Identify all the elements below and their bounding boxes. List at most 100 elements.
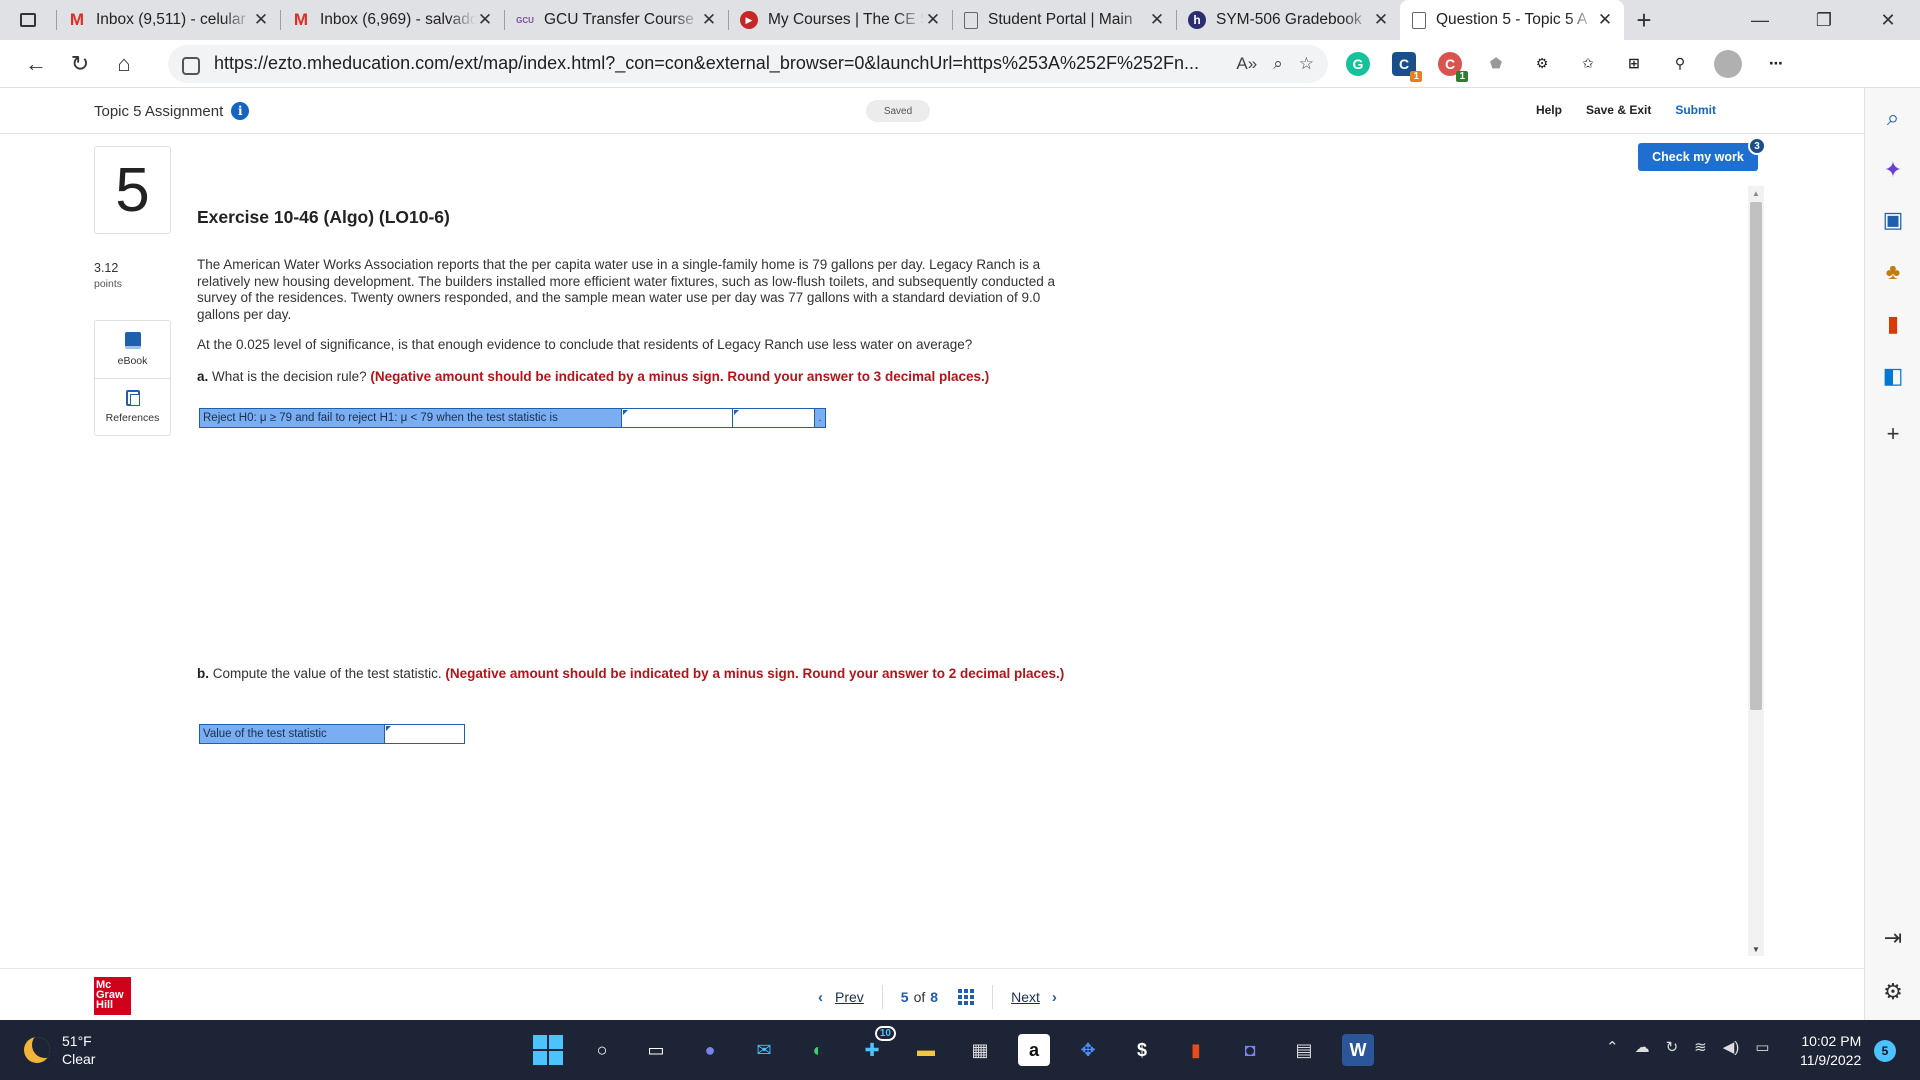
home-icon[interactable]: ⌂ [102,44,146,84]
app-badge: 10 [874,1026,896,1041]
sidebar-toggle-icon[interactable]: ⇥ [1879,924,1907,952]
browser-tab[interactable]: M Inbox (9,511) - celular ✕ [56,0,280,40]
sparkle-icon[interactable]: ✦ [1879,156,1907,184]
edge-icon[interactable]: ◐ [802,1034,834,1066]
browser-tab[interactable]: ▶ My Courses | The CE S ✕ [728,0,952,40]
browser-tab[interactable]: M Inbox (6,969) - salvador ✕ [280,0,504,40]
page-scrollbar[interactable]: ▲ ▼ [1748,186,1764,956]
references-button[interactable]: References [95,378,170,435]
logo-line: Hill [96,999,114,1011]
store-icon[interactable]: ▦ [964,1034,996,1066]
close-icon[interactable]: ✕ [924,10,942,30]
tab-actions-button[interactable] [0,0,56,40]
check-my-work-button[interactable]: Check my work [1638,143,1758,171]
next-button[interactable]: Next [1011,989,1040,1005]
extension-badge: 1 [1410,70,1422,82]
close-icon[interactable]: ✕ [476,10,494,30]
mail-icon[interactable]: ✉ [748,1034,780,1066]
decision-rule-operator-dropdown[interactable] [622,409,733,427]
search-icon[interactable]: ○ [586,1034,618,1066]
office-icon[interactable]: ▮ [1879,310,1907,338]
url-bar[interactable]: https://ezto.mheducation.com/ext/map/ind… [168,44,1328,83]
url-text: https://ezto.mheducation.com/ext/map/ind… [214,53,1200,73]
question-grid-icon[interactable] [958,989,975,1005]
part-a-instruction: a. What is the decision rule? (Negative … [197,369,989,384]
zoom-icon[interactable]: ⌕ [1273,54,1283,74]
scroll-down-icon[interactable]: ▼ [1748,942,1764,956]
task-view-icon[interactable]: ▭ [640,1034,672,1066]
wifi-icon[interactable]: ≋ [1694,1038,1707,1056]
settings-icon[interactable]: ⚙ [1879,978,1907,1006]
save-exit-link[interactable]: Save & Exit [1586,103,1651,117]
amazon-icon[interactable]: a [1018,1034,1050,1066]
briefcase-icon[interactable]: ▣ [1879,206,1907,234]
favorites-icon[interactable]: ✩ [1576,52,1600,76]
app-icon[interactable]: ◘ [1234,1034,1266,1066]
close-icon[interactable]: ✕ [1148,10,1166,30]
ebook-button[interactable]: eBook [95,321,170,378]
scroll-up-icon[interactable]: ▲ [1748,186,1764,200]
prev-button[interactable]: Prev [835,989,864,1005]
share-icon[interactable]: ⚲ [1668,52,1692,76]
close-icon[interactable]: ✕ [252,10,270,30]
back-icon[interactable]: ← [14,44,58,84]
puzzle-icon[interactable]: ⚙ [1530,52,1554,76]
word-icon[interactable]: W [1342,1034,1374,1066]
grammarly-icon[interactable]: G [1346,51,1370,76]
dropbox-icon[interactable]: ✥ [1072,1034,1104,1066]
new-tab-button[interactable]: + [1624,0,1664,40]
more-icon[interactable]: ⋯ [1764,52,1788,76]
browser-tab[interactable]: GCU GCU Transfer Course S ✕ [504,0,728,40]
info-icon[interactable]: i [231,102,250,120]
add-icon[interactable]: + [1879,420,1907,448]
decision-rule-value-input[interactable] [733,409,815,427]
browser-tab[interactable]: Student Portal | Main ✕ [952,0,1176,40]
points-label: points [94,278,123,290]
browser-tab[interactable]: h SYM-506 Gradebook ✕ [1176,0,1400,40]
minimize-icon[interactable]: — [1728,0,1792,40]
test-statistic-input[interactable] [385,725,464,743]
chevron-right-icon[interactable]: › [1052,989,1057,1006]
extension-icon[interactable]: C1 [1438,51,1468,82]
tab-title: My Courses | The CE S [768,11,924,28]
profile-avatar[interactable] [1714,49,1742,78]
chevron-left-icon[interactable]: ‹ [818,989,823,1006]
start-icon[interactable] [532,1034,564,1066]
app-icon[interactable]: ✚ 10 [856,1026,896,1066]
references-icon [125,390,140,406]
office-icon[interactable]: ▮ [1180,1034,1212,1066]
help-link[interactable]: Help [1536,103,1562,117]
omnibox-tools: A» ⌕ ☆ [1236,54,1314,74]
weather-widget[interactable]: 51°F Clear [24,1032,95,1068]
tab-title: Question 5 - Topic 5 A [1436,11,1588,28]
close-window-icon[interactable]: ✕ [1856,0,1920,40]
collections-icon[interactable]: ⊞ [1622,52,1646,76]
restore-icon[interactable]: ❐ [1792,0,1856,40]
notification-badge[interactable]: 5 [1874,1040,1896,1062]
app-icon[interactable]: $ [1126,1034,1158,1066]
favorite-add-icon[interactable]: ☆ [1299,54,1314,74]
extension-icon[interactable]: C1 [1392,51,1422,82]
refresh-icon[interactable]: ↻ [58,44,102,84]
tab-title: Inbox (9,511) - celular [96,11,246,28]
submit-link[interactable]: Submit [1675,103,1716,117]
close-icon[interactable]: ✕ [700,10,718,30]
battery-icon[interactable]: ▭ [1755,1038,1769,1056]
close-icon[interactable]: ✕ [1372,10,1390,30]
chat-icon[interactable]: ● [694,1034,726,1066]
sync-icon[interactable]: ↻ [1666,1038,1679,1056]
shield-icon[interactable]: ⬟ [1484,52,1508,76]
folder-icon[interactable]: ▬ [910,1034,942,1066]
scrollbar-thumb[interactable] [1750,202,1762,710]
volume-icon[interactable]: ◀) [1723,1038,1740,1056]
search-icon[interactable]: ⌕ [1879,104,1907,132]
browser-tab-active[interactable]: Question 5 - Topic 5 A ✕ [1400,0,1624,40]
close-icon[interactable]: ✕ [1596,10,1614,30]
document-icon[interactable]: ▤ [1288,1034,1320,1066]
outlook-icon[interactable]: ◧ [1879,362,1907,390]
read-aloud-icon[interactable]: A» [1236,54,1257,74]
cloud-icon[interactable]: ☁ [1635,1038,1650,1056]
chevron-up-icon[interactable]: ⌃ [1606,1038,1619,1056]
system-clock[interactable]: 10:02 PM 11/9/2022 [1800,1032,1861,1070]
games-icon[interactable]: ♣ [1879,258,1907,286]
